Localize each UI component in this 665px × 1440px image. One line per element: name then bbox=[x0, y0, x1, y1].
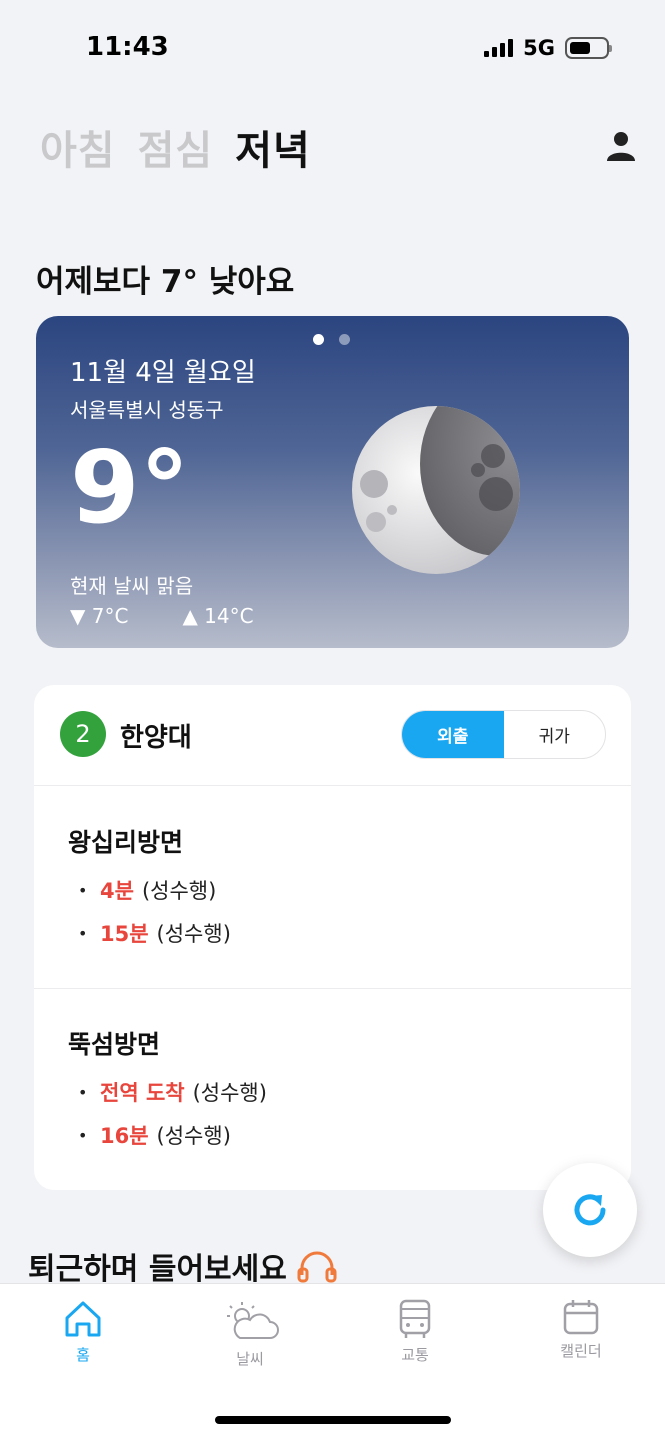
status-bar: 11:43 5G bbox=[0, 0, 665, 100]
divider bbox=[34, 785, 631, 786]
user-icon bbox=[607, 132, 635, 161]
arrival-time: 전역 도착 bbox=[100, 1081, 185, 1105]
subway-card: 2 한양대 외출 귀가 왕십리방면 • 4분 (성수행) • 15분 (성수행)… bbox=[34, 685, 631, 1190]
headphones-icon bbox=[297, 1251, 337, 1283]
arrival-time: 4분 bbox=[100, 879, 134, 903]
status-indicators: 5G bbox=[484, 36, 612, 60]
page-dot bbox=[339, 334, 350, 345]
divider bbox=[34, 988, 631, 989]
direction-title: 뚝섬방면 bbox=[68, 1030, 161, 1059]
home-icon bbox=[65, 1301, 101, 1337]
tab-transit-label: 교통 bbox=[401, 1346, 429, 1364]
network-label: 5G bbox=[523, 36, 555, 60]
meal-tabs: 아침 점심 저녁 bbox=[40, 118, 311, 176]
refresh-icon bbox=[574, 1194, 606, 1226]
arrival-item: • 16분 (성수행) bbox=[78, 1120, 231, 1150]
arrival-time: 15분 bbox=[100, 922, 149, 946]
arrival-time: 16분 bbox=[100, 1124, 149, 1148]
moon-crescent-icon bbox=[352, 406, 520, 574]
temperature-comparison-headline: 어제보다 7° 낮아요 bbox=[36, 264, 295, 300]
arrival-item: • 4분 (성수행) bbox=[78, 875, 216, 905]
tab-weather[interactable]: 날씨 bbox=[190, 1298, 310, 1369]
tab-weather-label: 날씨 bbox=[236, 1350, 264, 1368]
tab-dinner[interactable]: 저녁 bbox=[235, 118, 311, 176]
tab-breakfast[interactable]: 아침 bbox=[40, 118, 116, 176]
weather-icon bbox=[227, 1302, 279, 1339]
tab-home[interactable]: 홈 bbox=[23, 1298, 143, 1365]
calendar-icon bbox=[563, 1300, 599, 1335]
current-temperature: 9° bbox=[70, 429, 190, 546]
home-indicator[interactable] bbox=[215, 1416, 451, 1424]
arrival-item: • 15분 (성수행) bbox=[78, 918, 231, 948]
tab-calendar-label: 캘린더 bbox=[560, 1342, 602, 1360]
page-dot-active bbox=[313, 334, 324, 345]
subway-line-badge: 2 bbox=[60, 711, 106, 757]
bus-icon bbox=[399, 1299, 431, 1338]
weather-card[interactable]: 11월 4일 월요일 서울특별시 성동구 9° 현재 날씨 맑음 ▼ 7°C ▲… bbox=[36, 316, 629, 648]
high-temperature: ▲ 14°C bbox=[182, 604, 254, 628]
temperature-range: ▼ 7°C ▲ 14°C bbox=[70, 604, 254, 628]
tab-calendar[interactable]: 캘린더 bbox=[521, 1298, 641, 1361]
tab-home-label: 홈 bbox=[76, 1346, 90, 1364]
toggle-going-home[interactable]: 귀가 bbox=[504, 711, 606, 758]
weather-location: 서울특별시 성동구 bbox=[70, 398, 224, 422]
signal-icon bbox=[484, 39, 514, 57]
battery-icon bbox=[565, 37, 612, 59]
toggle-going-out[interactable]: 외출 bbox=[402, 711, 504, 758]
weather-date: 11월 4일 월요일 bbox=[70, 358, 256, 388]
profile-button[interactable] bbox=[603, 128, 639, 164]
listen-title-text: 퇴근하며 들어보세요 bbox=[28, 1252, 287, 1287]
direction-title: 왕십리방면 bbox=[68, 828, 184, 857]
arrival-destination: (성수행) bbox=[192, 1081, 267, 1105]
refresh-button[interactable] bbox=[543, 1163, 637, 1257]
tab-transit[interactable]: 교통 bbox=[355, 1298, 475, 1365]
listen-section-title: 퇴근하며 들어보세요 bbox=[28, 1244, 337, 1288]
arrival-destination: (성수행) bbox=[141, 879, 217, 903]
arrival-item: • 전역 도착 (성수행) bbox=[78, 1077, 267, 1107]
direction-toggle: 외출 귀가 bbox=[401, 710, 606, 759]
arrival-destination: (성수행) bbox=[156, 922, 231, 946]
arrival-destination: (성수행) bbox=[156, 1124, 231, 1148]
tab-lunch[interactable]: 점심 bbox=[138, 118, 214, 176]
weather-condition: 현재 날씨 맑음 bbox=[70, 574, 194, 598]
status-time: 11:43 bbox=[86, 32, 169, 62]
page-indicator bbox=[313, 334, 350, 345]
low-temperature: ▼ 7°C bbox=[70, 604, 129, 628]
station-name: 한양대 bbox=[120, 723, 192, 753]
